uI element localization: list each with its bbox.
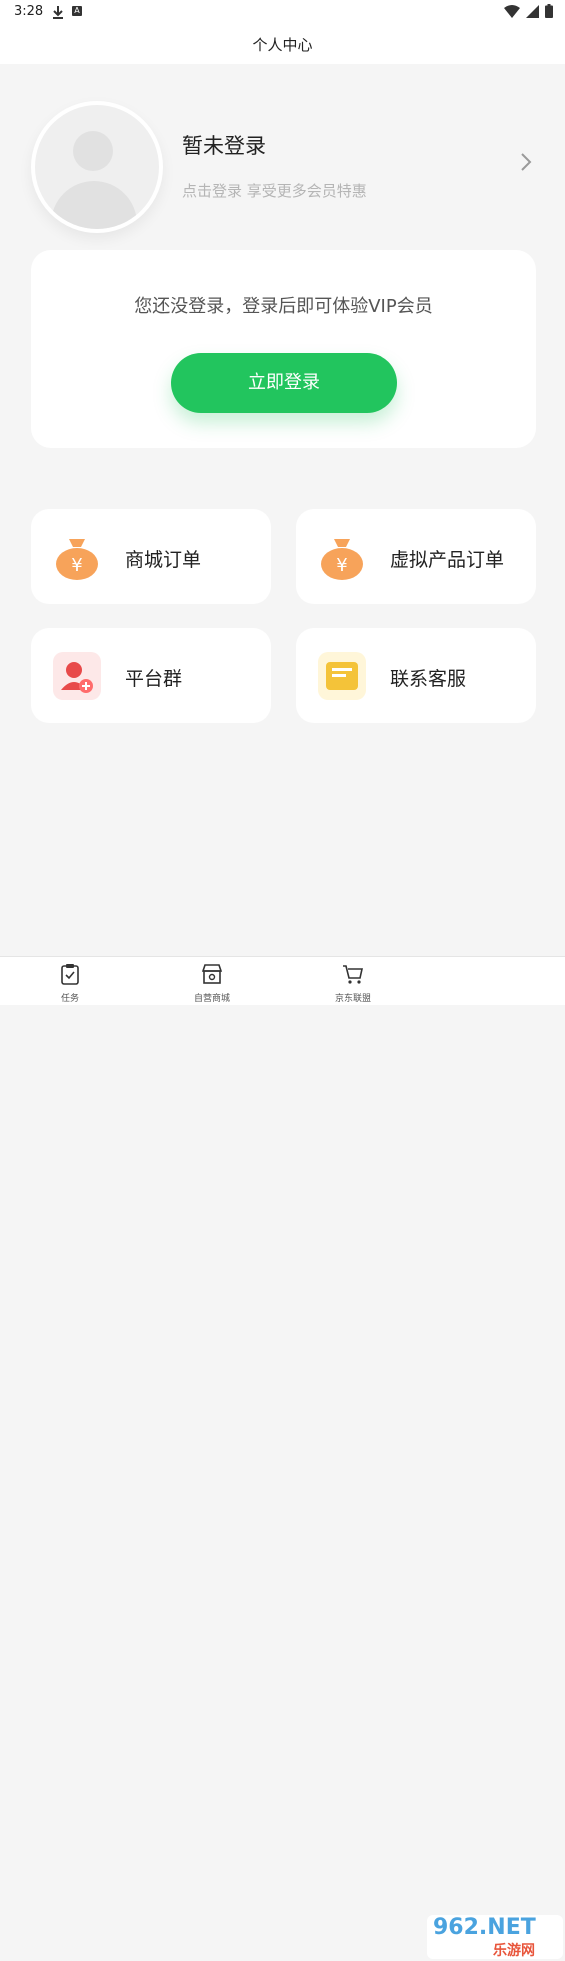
tab-label: 自营商城 [193, 994, 230, 1004]
add-user-icon [53, 652, 101, 700]
nav-bar: 个人中心 [0, 26, 565, 64]
money-bag-icon: ¥ [321, 539, 363, 580]
chevron-right-icon[interactable] [520, 152, 532, 176]
status-time: 3:28 [14, 4, 44, 19]
tab-jd-union[interactable]: 京东联盟 [313, 963, 393, 1004]
svg-text:¥: ¥ [336, 555, 347, 576]
login-card: 您还没登录，登录后即可体验VIP会员 立即登录 [31, 250, 536, 448]
menu-item-customer-service[interactable]: 联系客服 [296, 628, 536, 723]
profile-title: 暂未登录 [182, 134, 266, 158]
profile-header[interactable]: 暂未登录 点击登录 享受更多会员特惠 [0, 64, 565, 244]
tab-tasks[interactable]: 任务 [30, 963, 110, 1004]
money-bag-icon: ¥ [56, 539, 98, 580]
download-icon [52, 4, 64, 23]
bottom-tab-bar: 任务 自营商城 京东联盟 962.NET 乐游网 [0, 956, 565, 1959]
status-icons [504, 4, 553, 18]
menu-item-label: 联系客服 [390, 668, 467, 690]
wifi-icon [504, 4, 520, 18]
menu-item-label: 虚拟产品订单 [390, 549, 505, 571]
signal-icon [526, 4, 539, 18]
menu-item-mall-orders[interactable]: ¥ 商城订单 [31, 509, 271, 604]
menu-item-platform-group[interactable]: 平台群 [31, 628, 271, 723]
page-title: 个人中心 [252, 36, 313, 54]
clipboard-icon [61, 964, 79, 985]
svg-text:¥: ¥ [71, 555, 82, 576]
menu-item-virtual-orders[interactable]: ¥ 虚拟产品订单 [296, 509, 536, 604]
cart-icon [343, 965, 363, 984]
battery-icon [545, 4, 553, 18]
avatar[interactable] [31, 101, 163, 233]
avatar-body-shape [51, 181, 137, 229]
tab-label: 京东联盟 [334, 994, 371, 1004]
watermark-sub: 乐游网 [493, 1943, 535, 1959]
login-message: 您还没登录，登录后即可体验VIP会员 [134, 296, 433, 317]
menu-item-label: 商城订单 [125, 549, 202, 571]
profile-subtitle: 点击登录 享受更多会员特惠 [182, 182, 367, 200]
watermark-logo: 962.NET 乐游网 [425, 1913, 565, 1961]
mailbox-icon [318, 652, 366, 700]
watermark-text: 962.NET [433, 1915, 536, 1940]
login-button[interactable]: 立即登录 [171, 353, 397, 413]
avatar-head-shape [73, 131, 113, 171]
status-bar: 3:28 A [0, 0, 565, 26]
store-icon [201, 964, 223, 984]
a-badge-icon: A [72, 6, 82, 16]
tab-self-mall[interactable]: 自营商城 [172, 963, 252, 1004]
tab-label: 任务 [60, 994, 79, 1004]
menu-item-label: 平台群 [125, 668, 183, 690]
